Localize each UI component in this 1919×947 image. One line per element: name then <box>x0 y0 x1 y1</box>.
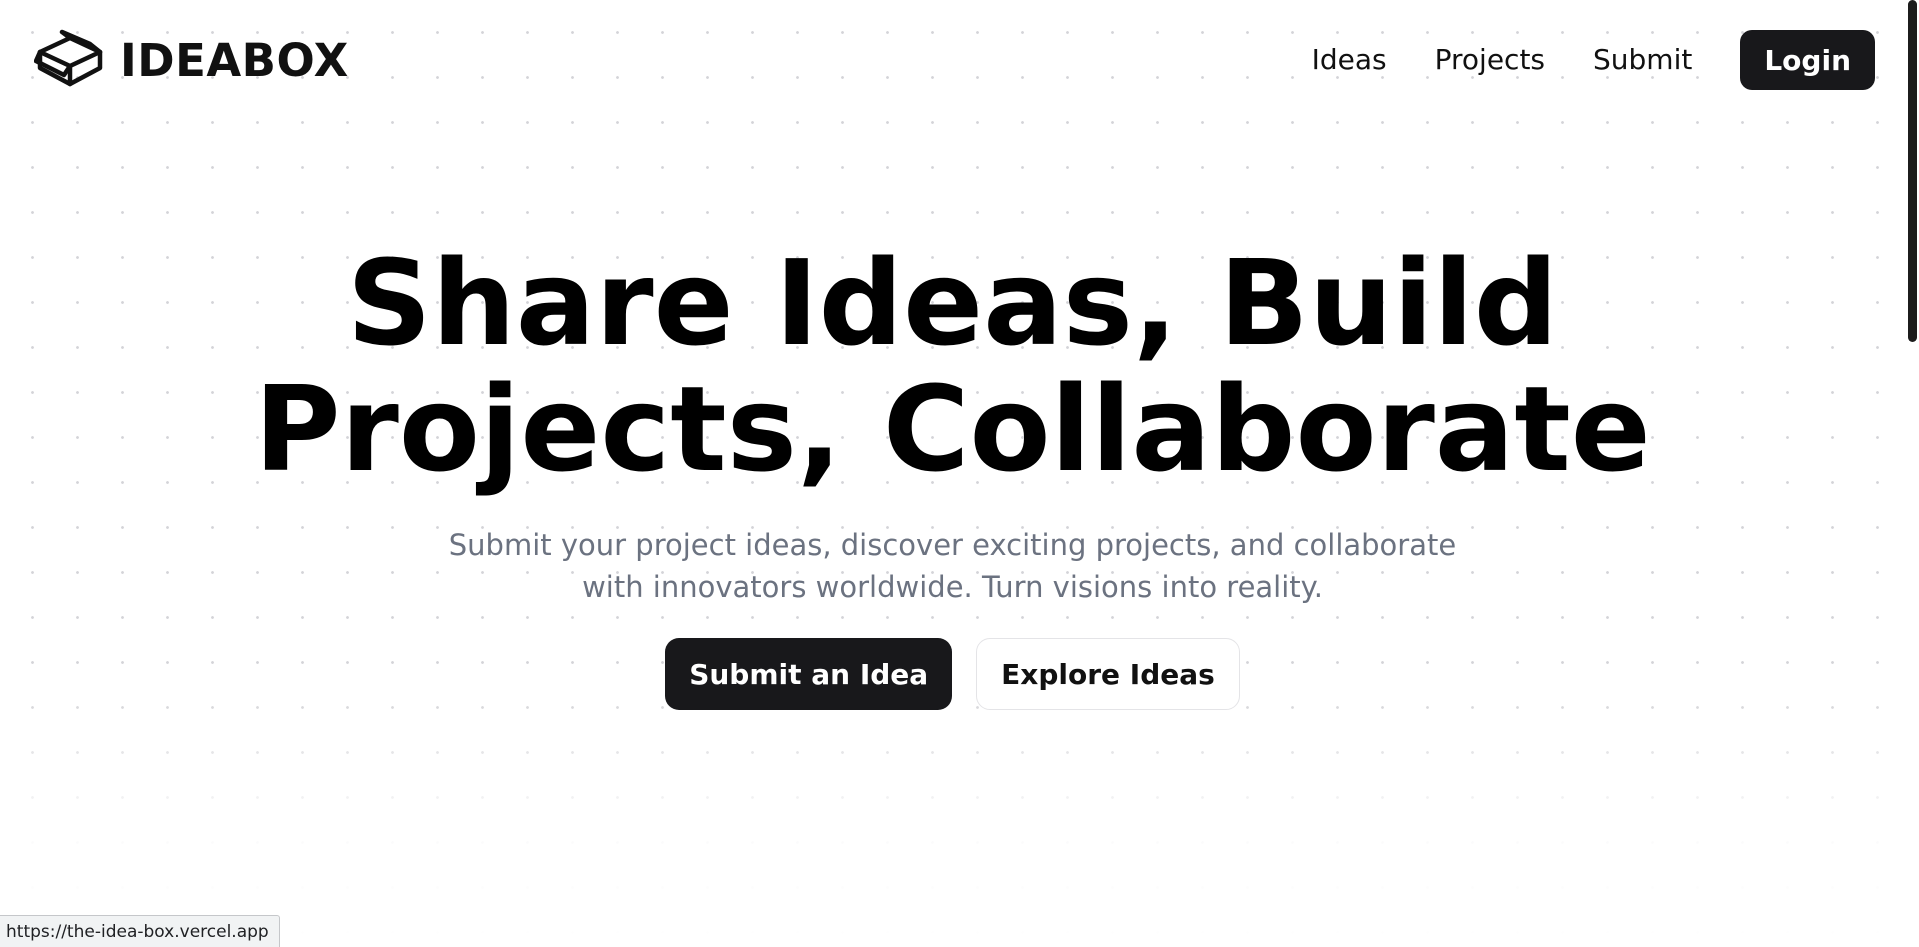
page: IDEABOX Ideas Projects Submit Login Shar… <box>0 0 1919 947</box>
hero-actions: Submit an Idea Explore Ideas <box>0 638 1905 710</box>
hero-subtitle-line-2: with innovators worldwide. Turn visions … <box>582 570 1323 604</box>
nav-links: Ideas Projects Submit Login <box>1312 30 1875 90</box>
open-box-icon <box>34 29 103 87</box>
hero-title-line-2: Projects, Collaborate <box>254 360 1651 498</box>
status-bar-url: https://the-idea-box.vercel.app <box>0 915 280 947</box>
hero-subtitle-line-1: Submit your project ideas, discover exci… <box>448 528 1457 562</box>
login-button[interactable]: Login <box>1740 30 1875 90</box>
hero-title: Share Ideas, Build Projects, Collaborate <box>0 240 1905 492</box>
hero-title-line-1: Share Ideas, Build <box>346 234 1559 372</box>
nav-link-submit[interactable]: Submit <box>1593 46 1692 74</box>
scrollbar-thumb[interactable] <box>1908 0 1917 342</box>
hero-section: Share Ideas, Build Projects, Collaborate… <box>0 240 1905 710</box>
explore-ideas-button[interactable]: Explore Ideas <box>976 638 1240 710</box>
hero-subtitle: Submit your project ideas, discover exci… <box>403 524 1503 608</box>
page-scrollbar[interactable] <box>1905 0 1919 947</box>
brand-logo-link[interactable]: IDEABOX <box>34 28 349 92</box>
brand-name: IDEABOX <box>120 33 349 87</box>
nav-link-projects[interactable]: Projects <box>1435 46 1545 74</box>
submit-idea-button[interactable]: Submit an Idea <box>665 638 953 710</box>
background-fade <box>0 687 1919 947</box>
navbar: IDEABOX Ideas Projects Submit Login <box>0 0 1905 120</box>
nav-link-ideas[interactable]: Ideas <box>1312 46 1387 74</box>
